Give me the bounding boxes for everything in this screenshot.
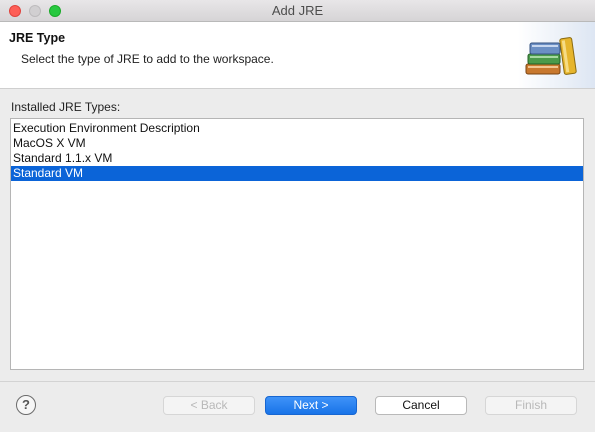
- jre-types-list[interactable]: Execution Environment Description MacOS …: [10, 118, 584, 370]
- list-item[interactable]: Execution Environment Description: [11, 121, 583, 136]
- title-bar: Add JRE: [0, 0, 595, 22]
- next-button[interactable]: Next >: [265, 396, 357, 415]
- finish-button[interactable]: Finish: [485, 396, 577, 415]
- list-item[interactable]: Standard 1.1.x VM: [11, 151, 583, 166]
- back-button[interactable]: < Back: [163, 396, 255, 415]
- window-title: Add JRE: [271, 3, 324, 18]
- cancel-button[interactable]: Cancel: [375, 396, 467, 415]
- installed-jre-types-label: Installed JRE Types:: [11, 100, 121, 114]
- list-item-selected[interactable]: Standard VM: [11, 166, 583, 181]
- jre-books-icon: [518, 22, 595, 88]
- help-icon[interactable]: ?: [16, 395, 36, 415]
- list-item[interactable]: MacOS X VM: [11, 136, 583, 151]
- page-title: JRE Type: [9, 31, 66, 45]
- footer-divider: [0, 381, 595, 382]
- page-description: Select the type of JRE to add to the wor…: [21, 52, 274, 66]
- add-jre-dialog: Add JRE JRE Type Select the type of JRE …: [0, 0, 595, 432]
- wizard-header: JRE Type Select the type of JRE to add t…: [0, 22, 595, 89]
